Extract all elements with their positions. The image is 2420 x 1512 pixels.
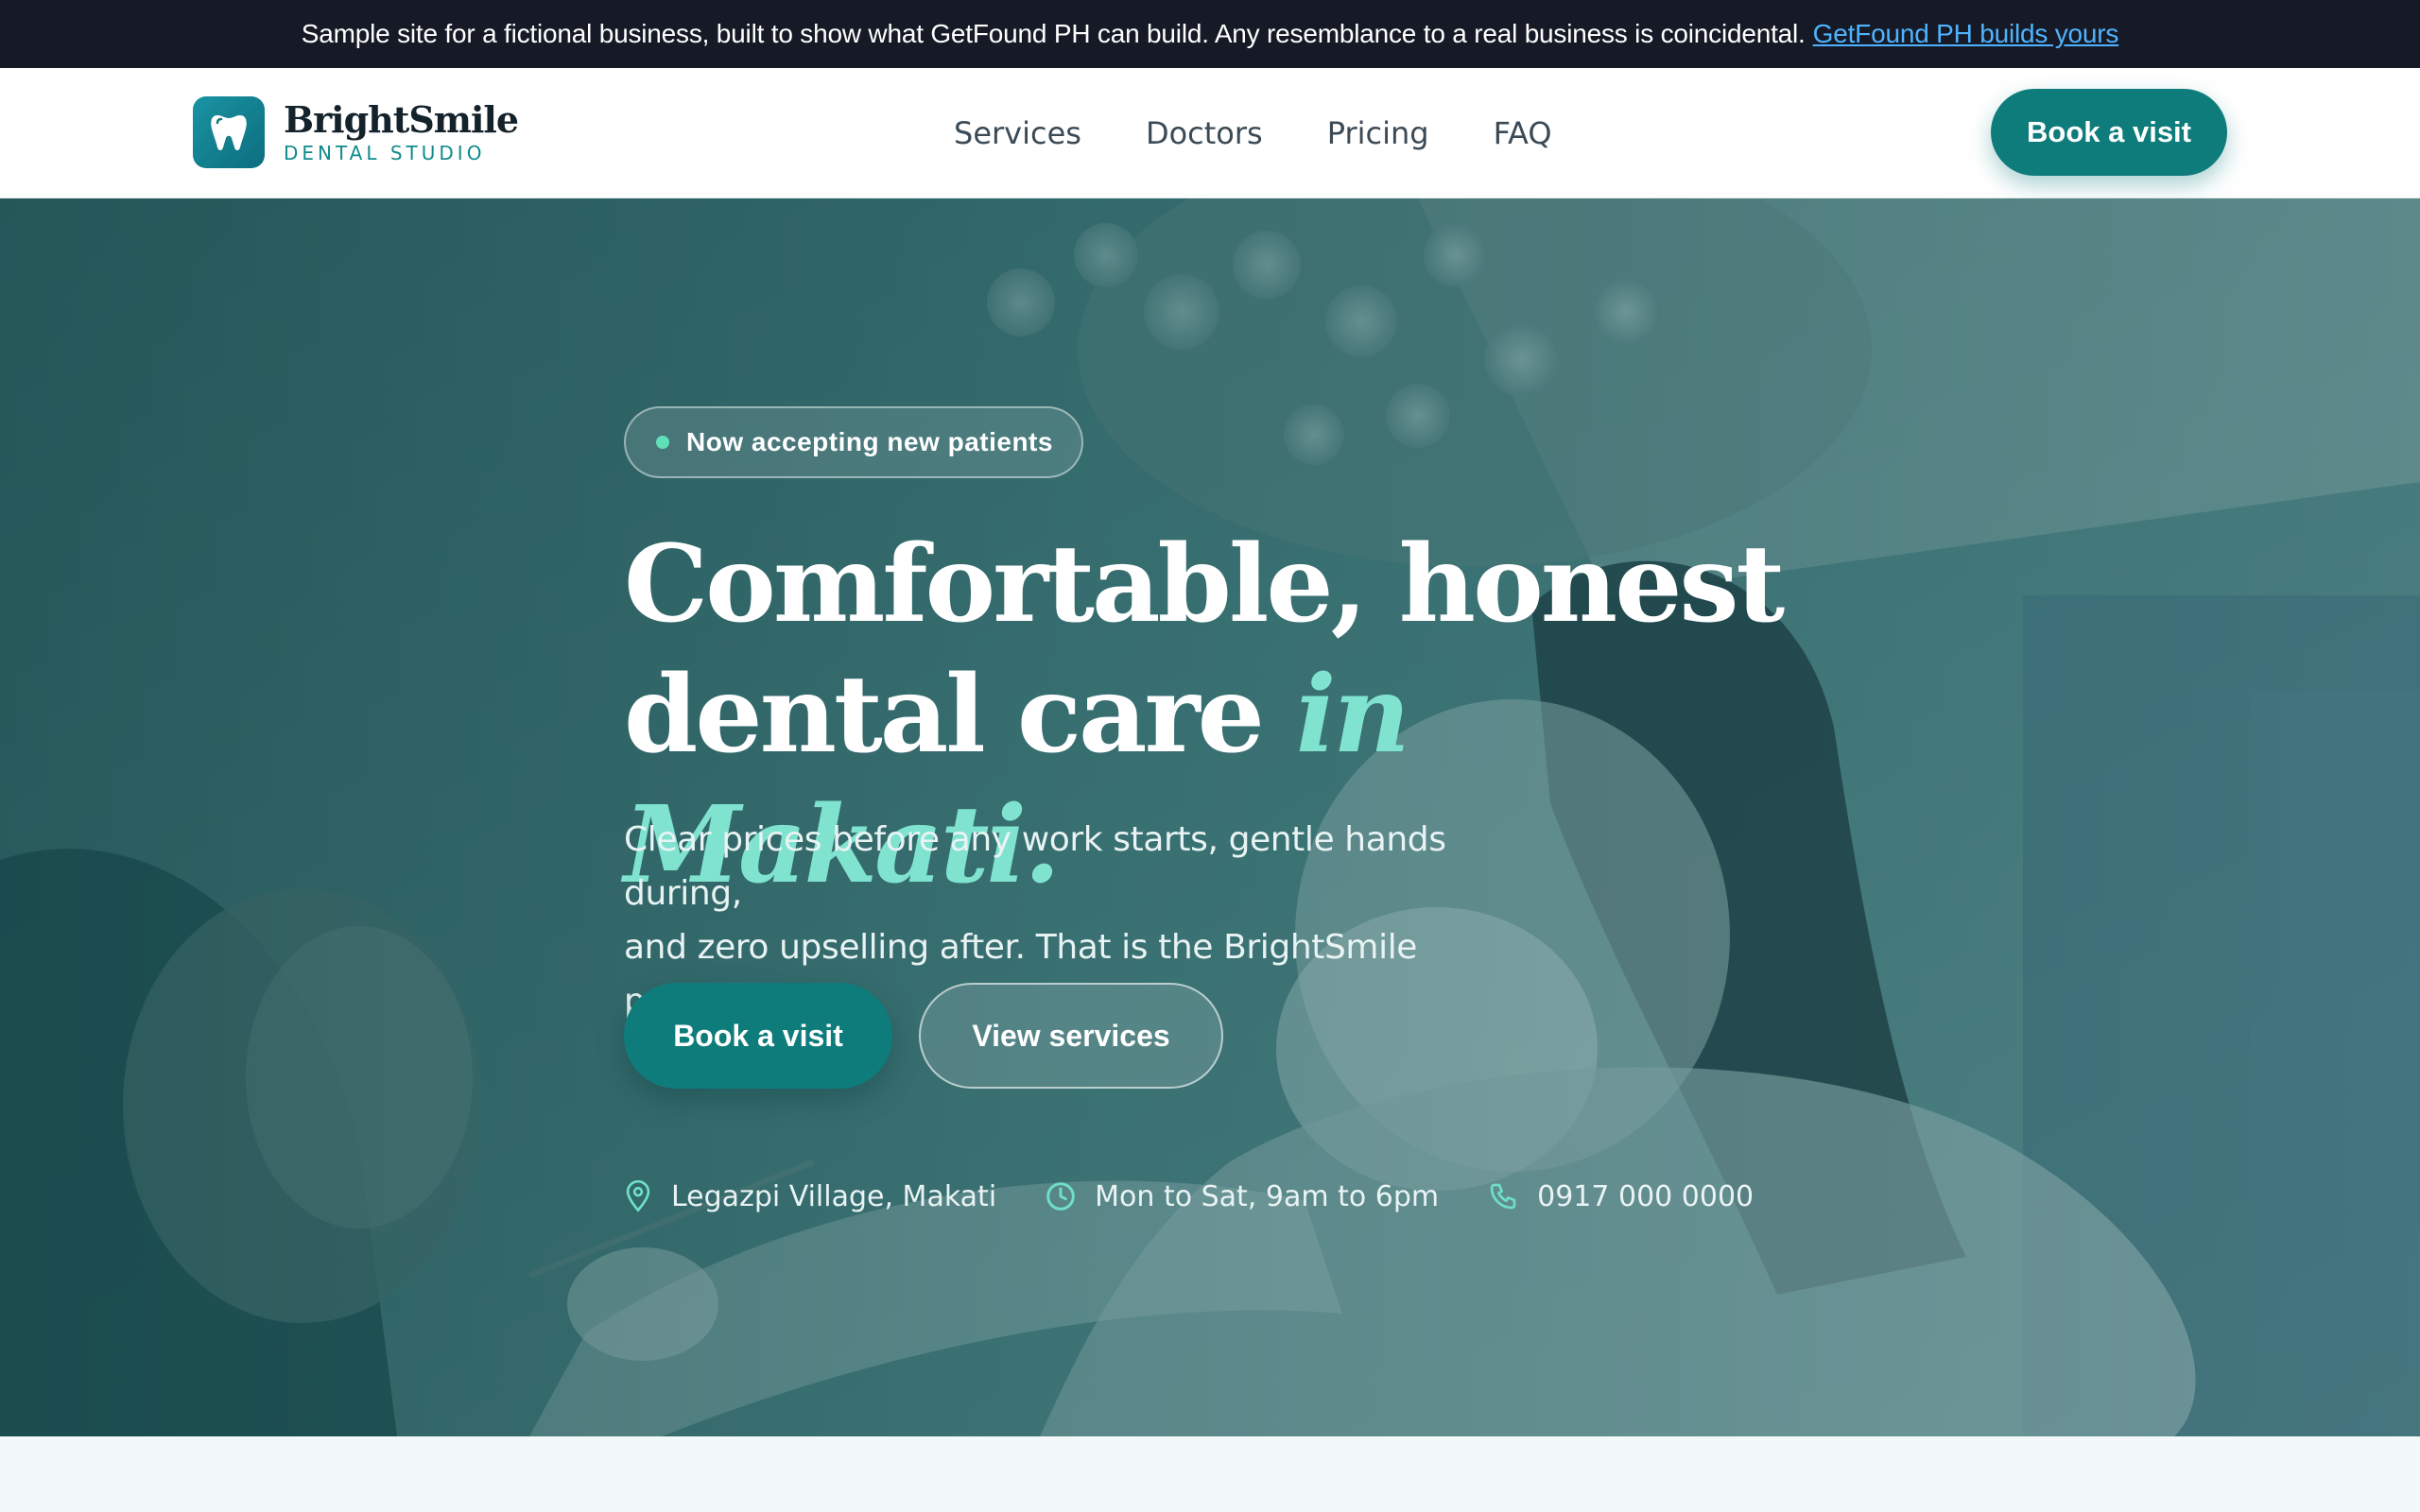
- announcement-link[interactable]: GetFound PH builds yours: [1813, 19, 2119, 49]
- nav-doctors[interactable]: Doctors: [1146, 115, 1263, 151]
- headline-line1: Comfortable, honest: [624, 523, 1785, 646]
- hero-section: Now accepting new patients Comfortable, …: [0, 198, 2420, 1436]
- headline-line2: dental care: [624, 653, 1296, 777]
- header-book-button[interactable]: Book a visit: [1991, 89, 2227, 176]
- brand-subtitle: DENTAL STUDIO: [284, 142, 486, 164]
- info-hours-text: Mon to Sat, 9am to 6pm: [1095, 1179, 1440, 1213]
- main-nav: Services Doctors Pricing FAQ: [954, 68, 1616, 198]
- announcement-bar: Sample site for a fictional business, bu…: [0, 0, 2420, 68]
- info-phone[interactable]: 0917 000 0000: [1488, 1180, 1754, 1213]
- nav-services[interactable]: Services: [954, 115, 1081, 151]
- logo[interactable]: [193, 96, 265, 168]
- announcement-text: Sample site for a fictional business, bu…: [301, 19, 1806, 48]
- hero-book-button[interactable]: Book a visit: [624, 983, 892, 1089]
- clock-icon: [1046, 1182, 1075, 1211]
- status-dot: [656, 436, 669, 449]
- view-services-button[interactable]: View services: [919, 983, 1223, 1089]
- info-hours: Mon to Sat, 9am to 6pm: [1046, 1180, 1439, 1213]
- logo-text[interactable]: BrightSmile DENTAL STUDIO: [284, 98, 519, 164]
- phone-icon: [1490, 1183, 1516, 1210]
- lede-line1: Clear prices before any work starts, gen…: [624, 820, 1446, 913]
- info-location-text: Legazpi Village, Makati: [671, 1179, 997, 1213]
- next-section: [0, 1436, 2420, 1512]
- tooth-icon: [211, 115, 247, 150]
- contact-info-row: Legazpi Village, Makati Mon to Sat, 9am …: [624, 1170, 1803, 1223]
- info-location: Legazpi Village, Makati: [624, 1180, 996, 1213]
- info-phone-text: 0917 000 0000: [1537, 1179, 1754, 1213]
- badge-text: Now accepting new patients: [686, 427, 1053, 456]
- status-badge: Now accepting new patients: [624, 406, 1083, 478]
- nav-faq[interactable]: FAQ: [1494, 115, 1552, 151]
- map-pin-icon: [626, 1180, 650, 1212]
- site-header: BrightSmile DENTAL STUDIO Services Docto…: [0, 68, 2420, 198]
- nav-pricing[interactable]: Pricing: [1327, 115, 1429, 151]
- brand-name: BrightSmile: [284, 98, 519, 141]
